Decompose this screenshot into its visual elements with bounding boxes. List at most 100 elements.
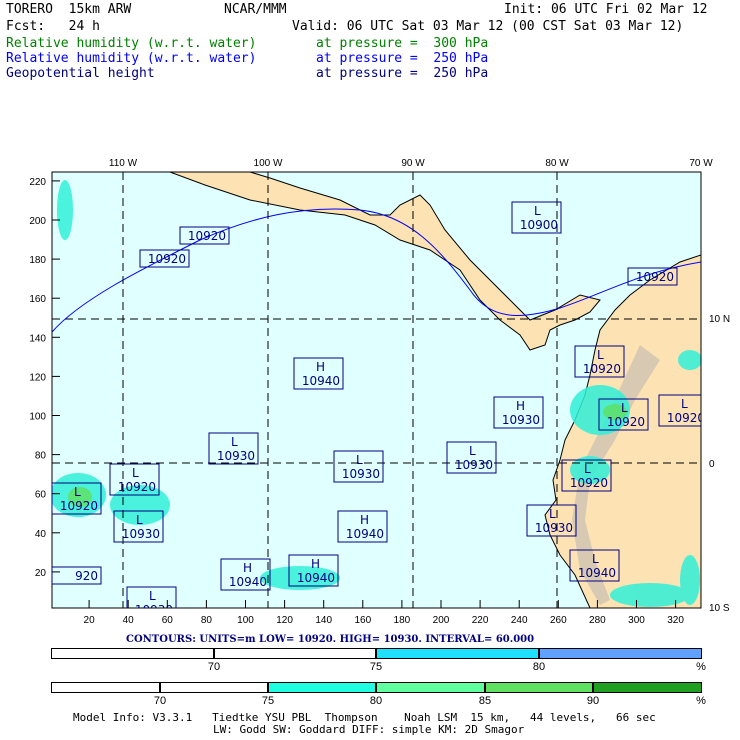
y-tick-label: 100 bbox=[29, 412, 46, 423]
contour-value: 10920 bbox=[570, 476, 608, 490]
y-tick-label: 160 bbox=[29, 294, 46, 305]
y-tick-label: 80 bbox=[35, 451, 47, 462]
x-tick-label: 120 bbox=[276, 615, 293, 626]
contour-type: L bbox=[534, 204, 541, 218]
contour-value: 10900 bbox=[520, 218, 558, 232]
weather-map: L10900109201092010920L10920H10940H10930L… bbox=[29, 158, 730, 626]
contour-type: H bbox=[316, 360, 325, 374]
colorbar-segment bbox=[376, 648, 539, 659]
lon-label: 90 W bbox=[401, 158, 425, 169]
contour-value: 10930 bbox=[502, 413, 540, 427]
x-tick-label: 240 bbox=[511, 615, 528, 626]
colorbar-label: 70 bbox=[207, 661, 221, 673]
contour-value: 10930 bbox=[342, 467, 380, 481]
contour-value: 10920 bbox=[60, 499, 98, 513]
contour-value: 10940 bbox=[297, 571, 335, 585]
colorbar-label: 75 bbox=[369, 661, 383, 673]
y-tick-label: 20 bbox=[35, 568, 47, 579]
contour-value: 10930 bbox=[535, 521, 573, 535]
contour-type: H bbox=[311, 557, 320, 571]
y-tick-label: 60 bbox=[35, 490, 47, 501]
y-tick-label: 120 bbox=[29, 372, 46, 383]
colorbar-segment bbox=[485, 682, 593, 693]
x-tick-label: 100 bbox=[237, 615, 254, 626]
colorbar-segment bbox=[51, 682, 160, 693]
contour-value: 10940 bbox=[229, 575, 267, 589]
contour-value: 10920 bbox=[188, 229, 226, 243]
contour-type: L bbox=[149, 589, 156, 603]
x-tick-label: 80 bbox=[201, 615, 213, 626]
colorbar-label: 75 bbox=[261, 695, 275, 707]
contour-type: L bbox=[469, 444, 476, 458]
contour-type: L bbox=[356, 453, 363, 467]
contour-value: 10920 bbox=[148, 252, 186, 266]
lat-label: 10 N bbox=[709, 314, 730, 325]
x-tick-label: 20 bbox=[84, 615, 96, 626]
x-tick-label: 280 bbox=[589, 615, 606, 626]
contour-type: H bbox=[516, 399, 525, 413]
contour-value: 10940 bbox=[302, 374, 340, 388]
colorbar-label: 80 bbox=[369, 695, 383, 707]
y-tick-label: 180 bbox=[29, 255, 46, 266]
x-tick-label: 60 bbox=[162, 615, 174, 626]
x-tick-label: 140 bbox=[315, 615, 332, 626]
lon-label: 70 W bbox=[689, 158, 713, 169]
contour-label-value: 10920 bbox=[179, 226, 230, 245]
model-info-line2: LW: Godd SW: Goddard DIFF: simple KM: 2D… bbox=[213, 723, 525, 736]
contour-label-value: 10920 bbox=[139, 249, 190, 268]
x-tick-label: 220 bbox=[472, 615, 489, 626]
x-tick-label: 160 bbox=[354, 615, 371, 626]
colorbar-label: % bbox=[696, 695, 706, 707]
x-tick-label: 300 bbox=[628, 615, 645, 626]
colorbar-label: 85 bbox=[478, 695, 492, 707]
colorbar-segment bbox=[160, 682, 268, 693]
contour-type: H bbox=[243, 561, 252, 575]
contour-label-value: 10920 bbox=[627, 267, 678, 286]
contour-value: 10940 bbox=[578, 566, 616, 580]
contour-type: L bbox=[621, 401, 628, 415]
colorbar-label: 80 bbox=[532, 661, 546, 673]
colorbar-label: % bbox=[696, 661, 706, 673]
contour-value: 10920 bbox=[636, 270, 674, 284]
lon-label: 100 W bbox=[254, 158, 283, 169]
colorbar-label: 90 bbox=[586, 695, 600, 707]
colorbar-segment bbox=[268, 682, 376, 693]
contour-type: L bbox=[132, 466, 139, 480]
contour-type: L bbox=[231, 435, 238, 449]
contour-value: 10940 bbox=[346, 527, 384, 541]
colorbar-segment bbox=[214, 648, 376, 659]
lon-label: 110 W bbox=[109, 158, 138, 169]
lat-label: 10 S bbox=[709, 603, 730, 614]
contour-value: 10920 bbox=[583, 362, 621, 376]
colorbar-segment bbox=[539, 648, 702, 659]
contour-type: L bbox=[681, 397, 688, 411]
lon-label: 80 W bbox=[545, 158, 569, 169]
x-tick-label: 260 bbox=[550, 615, 567, 626]
colorbar-segment bbox=[51, 648, 214, 659]
contour-type: L bbox=[74, 485, 81, 499]
x-tick-label: 200 bbox=[433, 615, 450, 626]
contour-value: 10930 bbox=[455, 458, 493, 472]
colorbar-segment bbox=[376, 682, 485, 693]
colorbar-segment bbox=[593, 682, 702, 693]
x-tick-label: 40 bbox=[123, 615, 135, 626]
lat-label: 0 bbox=[709, 459, 715, 470]
contours-info: CONTOURS: UNITS=m LOW= 10920. HIGH= 1093… bbox=[126, 634, 535, 645]
contour-value: 10930 bbox=[217, 449, 255, 463]
contour-type: L bbox=[136, 513, 143, 527]
y-tick-label: 140 bbox=[29, 333, 46, 344]
x-tick-label: 320 bbox=[667, 615, 684, 626]
contour-type: H bbox=[360, 513, 369, 527]
contour-value: 10920 bbox=[667, 411, 705, 425]
contour-type: L bbox=[592, 552, 599, 566]
contour-value: 10920 bbox=[118, 480, 156, 494]
contour-value: 920 bbox=[75, 569, 98, 583]
y-tick-label: 40 bbox=[35, 529, 47, 540]
contour-type: L bbox=[549, 507, 556, 521]
colorbar-label: 70 bbox=[153, 695, 167, 707]
contour-value: 10930 bbox=[122, 527, 160, 541]
x-tick-label: 180 bbox=[394, 615, 411, 626]
contour-value: 10920 bbox=[607, 415, 645, 429]
y-tick-label: 200 bbox=[29, 216, 46, 227]
contour-type: L bbox=[597, 348, 604, 362]
